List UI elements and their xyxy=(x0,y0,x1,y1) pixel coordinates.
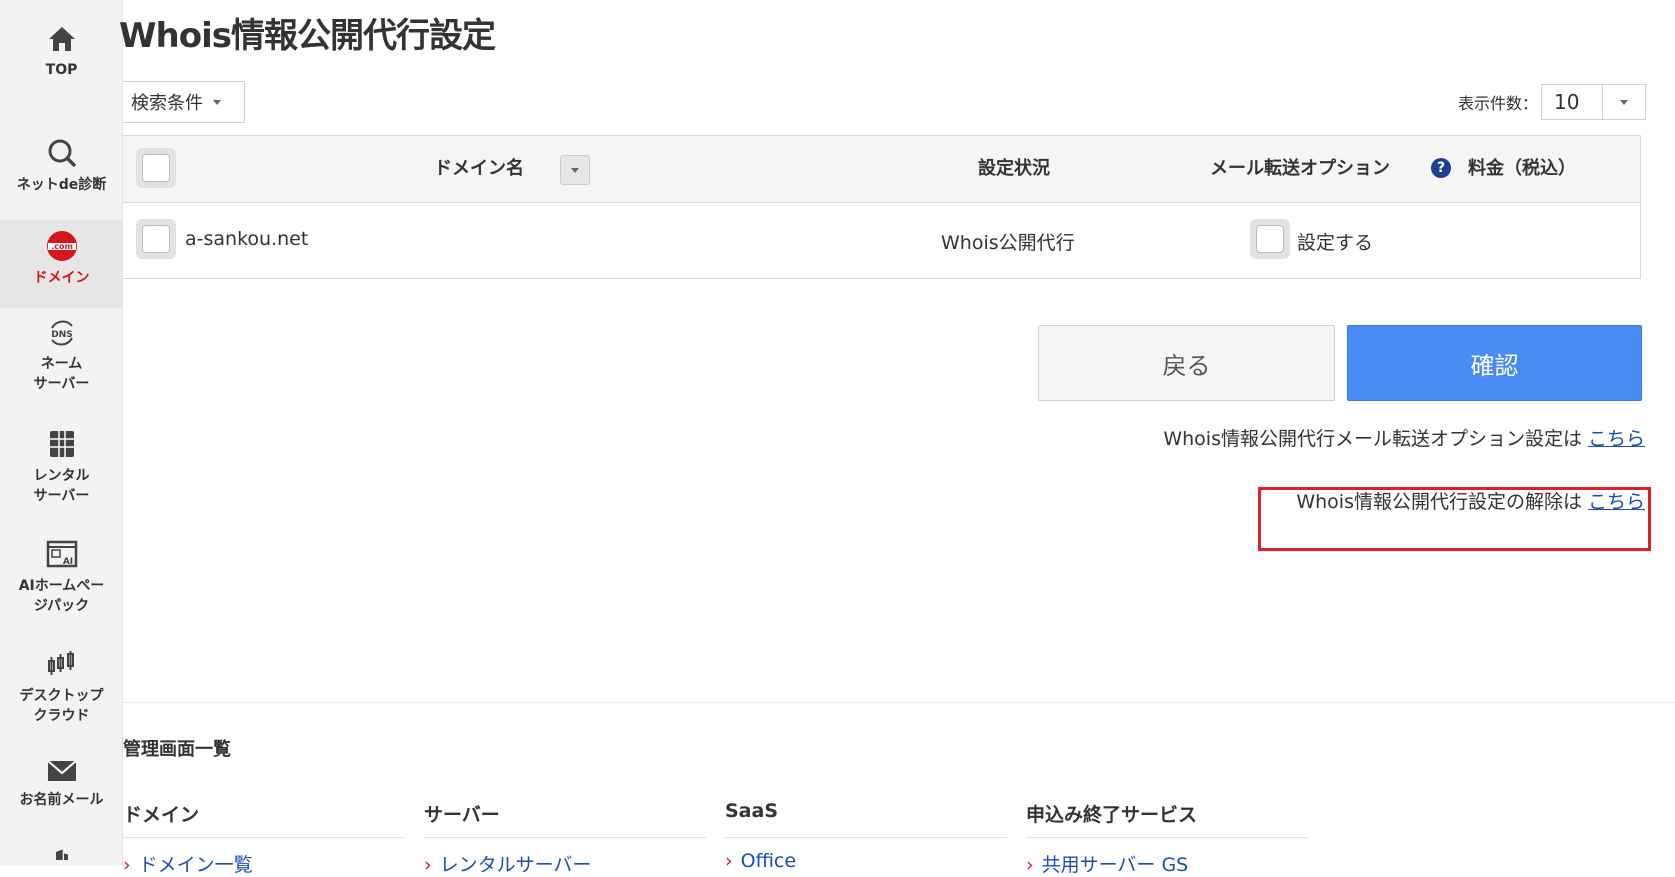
sidebar: TOP ネットde診断 .com ドメイン DNS ネーム サーバー レンタル … xyxy=(0,0,123,866)
footer-column-title: SaaS xyxy=(725,800,779,822)
sidebar-item-label: デスクトップ xyxy=(19,688,104,704)
row-status: Whois公開代行 xyxy=(941,232,1075,254)
footer-column-ended-services: 申込み終了サービス › 共用サーバー GS xyxy=(1026,800,1308,876)
mail-option-label: 設定する xyxy=(1297,232,1374,254)
footer-link[interactable]: › Office xyxy=(725,850,796,872)
search-conditions-button[interactable]: 検索条件 xyxy=(123,81,245,123)
sidebar-item-label: TOP xyxy=(45,62,78,78)
per-page-select[interactable]: 10 xyxy=(1541,84,1646,120)
mail-icon xyxy=(46,760,77,781)
dns-icon: DNS xyxy=(50,320,73,346)
divider xyxy=(123,702,1675,703)
chevron-down-icon xyxy=(571,167,579,173)
sidebar-item-domain[interactable]: .com ドメイン xyxy=(0,220,123,308)
sidebar-item-net-diagnosis[interactable]: ネットde診断 xyxy=(0,137,123,207)
sidebar-item-label: ネットde診断 xyxy=(16,177,107,193)
per-page-label: 表示件数： xyxy=(1458,94,1539,113)
column-header-domain: ドメイン名 xyxy=(434,158,524,179)
footer-column-saas: SaaS › Office xyxy=(725,800,1007,872)
sidebar-item-label: サーバー xyxy=(33,488,90,504)
chevron-down-icon xyxy=(213,99,221,105)
row-checkbox[interactable] xyxy=(136,219,176,259)
mail-option-setting-line: Whois情報公開代行メール転送オプション設定は こちら xyxy=(1163,424,1645,451)
server-icon xyxy=(49,431,74,457)
sidebar-item-name-server[interactable]: DNS ネーム サーバー xyxy=(0,318,123,404)
domain-table: ドメイン名 設定状況 メール転送オプション ? 料金（税込） a-sankou.… xyxy=(123,135,1641,279)
table-header: ドメイン名 設定状況 メール転送オプション ? 料金（税込） xyxy=(123,136,1640,203)
footer-column-domain: ドメイン › ドメイン一覧 xyxy=(123,800,405,876)
chevron-down-icon xyxy=(1602,85,1644,119)
main-content: Whois情報公開代行設定 検索条件 表示件数： 10 ドメイン名 設定状況 メ… xyxy=(119,0,1675,876)
sidebar-item-label: AIホームペー xyxy=(18,578,105,594)
column-header-mail-option: メール転送オプション xyxy=(1210,158,1390,179)
footer-link[interactable]: › ドメイン一覧 xyxy=(123,850,253,877)
mail-option-setting-text: Whois情報公開代行メール転送オプション設定は xyxy=(1163,428,1582,450)
sidebar-item-label: ネーム xyxy=(40,356,83,372)
sidebar-item-label: サーバー xyxy=(33,376,90,392)
cancel-setting-line: Whois情報公開代行設定の解除は こちら xyxy=(1296,487,1645,514)
column-header-status: 設定状況 xyxy=(978,158,1050,179)
column-header-price: 料金（税込） xyxy=(1468,158,1576,179)
svg-text:.com: .com xyxy=(51,242,73,251)
mail-option-checkbox[interactable] xyxy=(1250,219,1290,259)
sidebar-item-label: クラウド xyxy=(33,708,90,724)
ai-homepage-icon: AI xyxy=(46,540,77,568)
chevron-right-icon: › xyxy=(725,850,733,872)
cancel-setting-text: Whois情報公開代行設定の解除は xyxy=(1296,491,1582,513)
admin-list-title: 管理画面一覧 xyxy=(123,739,231,760)
dotcom-icon: .com xyxy=(46,231,77,261)
mail-option-setting-link[interactable]: こちら xyxy=(1588,428,1645,450)
confirm-button[interactable]: 確認 xyxy=(1347,325,1642,401)
footer-column-server: サーバー › レンタルサーバー xyxy=(424,800,706,876)
svg-text:AI: AI xyxy=(62,557,72,567)
footer-column-title: ドメイン xyxy=(123,804,200,826)
cancel-setting-link[interactable]: こちら xyxy=(1588,491,1645,513)
more-icon xyxy=(55,849,68,860)
sidebar-item-desktop-cloud[interactable]: デスクトップ クラウド xyxy=(0,648,123,734)
help-icon[interactable]: ? xyxy=(1431,158,1451,178)
footer-link[interactable]: › レンタルサーバー xyxy=(424,850,591,877)
sidebar-item-label: ドメイン xyxy=(33,270,90,286)
select-all-checkbox[interactable] xyxy=(136,148,176,188)
home-icon xyxy=(48,27,75,51)
footer-column-title: サーバー xyxy=(424,804,500,826)
sidebar-item-label: ジパック xyxy=(33,598,90,614)
sidebar-item-top[interactable]: TOP xyxy=(0,24,123,94)
domain-sort-button[interactable] xyxy=(560,155,590,185)
sidebar-item-mail[interactable]: お名前メール xyxy=(0,758,123,824)
search-conditions-label: 検索条件 xyxy=(131,93,203,114)
chevron-right-icon: › xyxy=(424,854,432,876)
sidebar-item-label: レンタル xyxy=(33,468,90,484)
chevron-right-icon: › xyxy=(1026,854,1034,876)
sidebar-item-more[interactable] xyxy=(0,848,123,866)
per-page-value: 10 xyxy=(1554,90,1580,114)
footer-column-title: 申込み終了サービス xyxy=(1026,804,1198,826)
page-title: Whois情報公開代行設定 xyxy=(119,16,496,56)
footer-link[interactable]: › 共用サーバー GS xyxy=(1026,850,1188,877)
sidebar-item-label: お名前メール xyxy=(19,792,104,808)
chevron-right-icon: › xyxy=(123,854,131,876)
svg-text:DNS: DNS xyxy=(51,330,73,340)
row-domain: a-sankou.net xyxy=(185,228,309,250)
back-button[interactable]: 戻る xyxy=(1038,325,1335,401)
desktop-cloud-icon xyxy=(47,651,74,675)
sidebar-item-ai-homepage[interactable]: AI AIホームペー ジパック xyxy=(0,538,123,624)
search-icon xyxy=(48,139,76,168)
sidebar-item-rental-server[interactable]: レンタル サーバー xyxy=(0,428,123,514)
